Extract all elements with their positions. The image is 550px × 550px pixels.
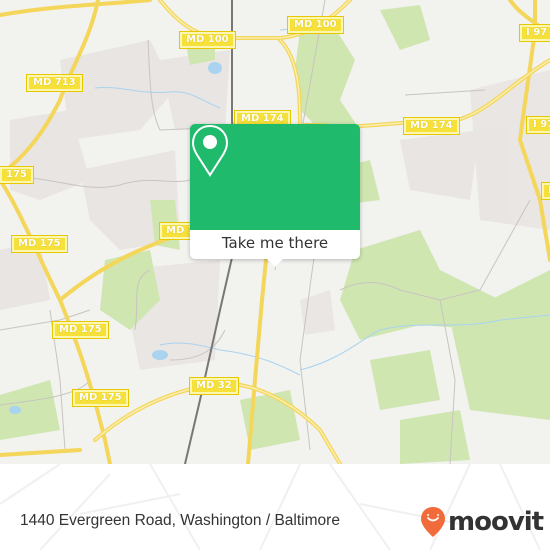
road-label-i97: I [541, 182, 550, 200]
road-label-md175: MD 175 [52, 321, 109, 339]
road-label-md175: MD 175 [11, 235, 68, 253]
road-label-md32: MD 32 [189, 377, 239, 395]
moovit-logo[interactable]: moovit [420, 506, 544, 538]
map[interactable]: MD 100 MD 100 I 97 MD 713 MD 174 MD 174 … [0, 0, 550, 464]
road-label-md100: MD 100 [287, 16, 344, 34]
road-label-md174: MD 174 [403, 117, 460, 135]
road-label-i97: I 97 [518, 24, 550, 42]
road-label-md175: 175 [0, 166, 34, 184]
road-label-md100: MD 100 [179, 31, 236, 49]
moovit-pin-icon [421, 507, 445, 537]
popup-pointer [267, 259, 283, 267]
take-me-there-button[interactable]: Take me there [190, 230, 360, 259]
popup-header [190, 124, 360, 230]
road-label-md713: MD 713 [26, 74, 83, 92]
road-label-md175: MD 175 [72, 389, 129, 407]
address-text: 1440 Evergreen Road, Washington / Baltim… [20, 512, 340, 529]
location-popup: Take me there [190, 124, 360, 259]
map-pin-icon [191, 124, 229, 177]
brand-name: moovit [448, 507, 544, 537]
road-label-i97: I 97 [525, 116, 550, 134]
